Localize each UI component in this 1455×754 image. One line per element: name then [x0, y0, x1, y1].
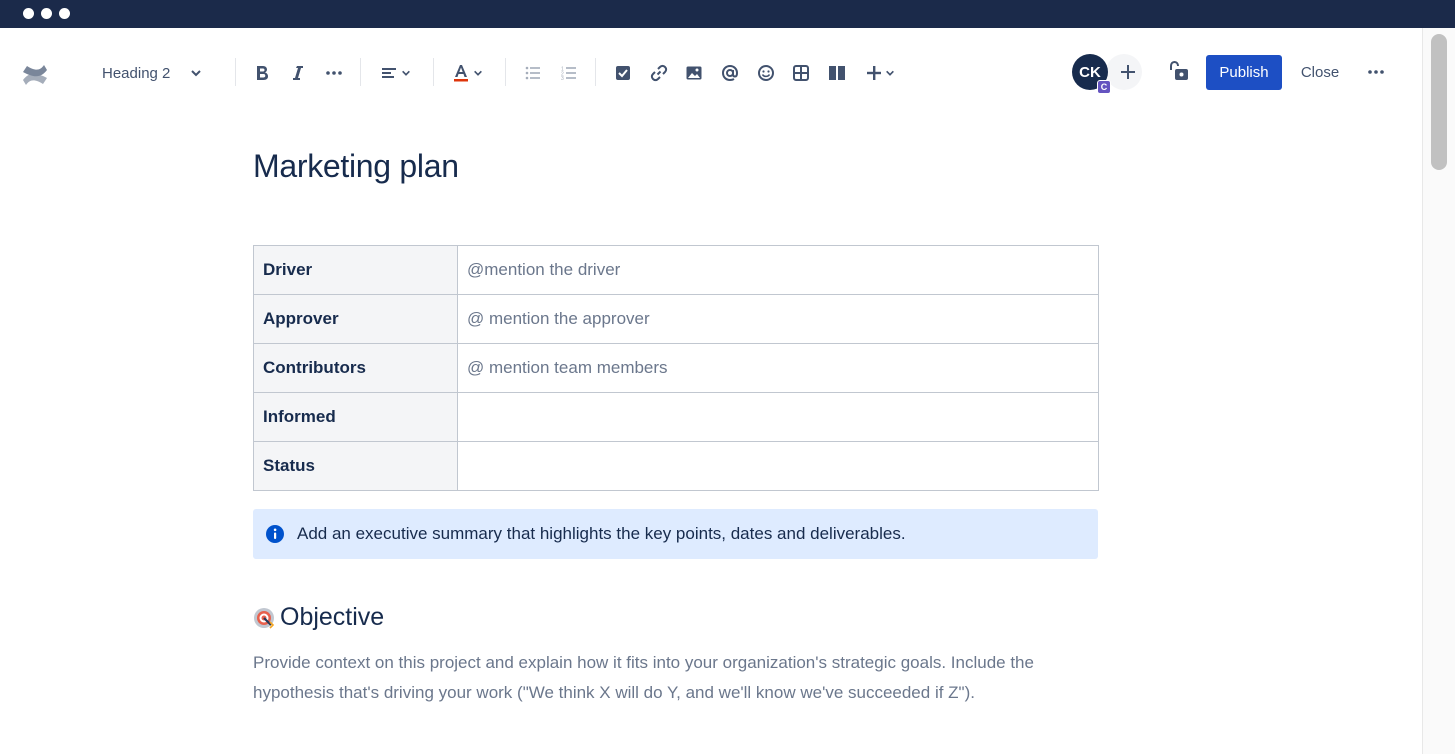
avatar-initials: CK	[1079, 63, 1101, 81]
avatar-badge-label: C	[1100, 82, 1108, 92]
chevron-down-icon	[474, 70, 482, 76]
link-button[interactable]	[647, 60, 671, 86]
table-row: Status	[253, 441, 1099, 491]
table-row: Driver @mention the driver	[253, 245, 1099, 295]
table-key-cell[interactable]: Approver	[253, 294, 458, 344]
restrictions-icon[interactable]	[1166, 60, 1190, 84]
invite-button[interactable]	[1106, 54, 1142, 90]
alignment-dropdown[interactable]	[378, 60, 414, 86]
page-title[interactable]: Marketing plan	[253, 148, 459, 185]
table-key-cell[interactable]: Status	[253, 441, 458, 491]
text-color-icon	[454, 65, 468, 82]
objective-heading[interactable]: Objective	[253, 603, 384, 632]
target-emoji-icon	[254, 607, 275, 629]
project-meta-table: Driver @mention the driver Approver @ me…	[253, 245, 1099, 491]
table-value-cell[interactable]	[457, 392, 1099, 442]
insert-dropdown[interactable]	[862, 60, 898, 86]
emoji-icon	[758, 65, 774, 81]
bold-button[interactable]	[250, 60, 274, 86]
close-button[interactable]: Close	[1290, 55, 1350, 90]
insert-icon	[866, 66, 881, 80]
bullet-list-button[interactable]	[521, 60, 545, 86]
toolbar-divider	[505, 58, 506, 86]
bullet-list-icon	[525, 66, 540, 80]
confluence-logo-icon[interactable]	[20, 60, 50, 90]
scrollbar-thumb[interactable]	[1431, 34, 1447, 170]
objective-paragraph[interactable]: Provide context on this project and expl…	[253, 648, 1113, 708]
table-icon	[793, 65, 809, 81]
italic-button[interactable]	[286, 60, 310, 86]
more-actions-button[interactable]	[1362, 60, 1390, 84]
toolbar-divider	[235, 58, 236, 86]
image-icon	[686, 66, 702, 80]
info-icon	[266, 525, 284, 543]
image-button[interactable]	[682, 60, 706, 86]
more-icon	[1368, 70, 1384, 74]
chevron-down-icon	[191, 70, 202, 77]
table-row: Contributors @ mention team members	[253, 343, 1099, 393]
info-panel[interactable]: Add an executive summary that highlights…	[253, 509, 1098, 559]
link-icon	[650, 64, 668, 82]
window-close-dot[interactable]	[23, 8, 34, 19]
more-formatting-button[interactable]	[322, 60, 346, 86]
bold-icon	[257, 66, 268, 80]
numbered-list-icon: 123	[561, 67, 576, 80]
numbered-list-button[interactable]: 123	[557, 60, 581, 86]
table-row: Informed	[253, 392, 1099, 442]
more-formatting-icon	[326, 71, 342, 75]
chevron-down-icon	[885, 70, 894, 76]
mention-icon	[721, 64, 739, 82]
table-key-cell[interactable]: Driver	[253, 245, 458, 295]
text-style-label: Heading 2	[102, 64, 171, 82]
action-item-icon	[616, 66, 630, 80]
layout-button[interactable]	[825, 60, 849, 86]
table-row: Approver @ mention the approver	[253, 294, 1099, 344]
action-item-button[interactable]	[611, 60, 635, 86]
table-key-cell[interactable]: Informed	[253, 392, 458, 442]
italic-icon	[293, 66, 303, 80]
chevron-down-icon	[402, 70, 410, 76]
table-value-cell[interactable]: @ mention the approver	[457, 294, 1099, 344]
window-titlebar	[0, 0, 1455, 28]
table-value-cell[interactable]: @mention the driver	[457, 245, 1099, 295]
objective-title: Objective	[280, 603, 385, 631]
table-button[interactable]	[789, 60, 813, 86]
layout-icon	[829, 66, 845, 80]
table-value-cell[interactable]	[457, 441, 1099, 491]
toolbar-divider	[595, 58, 596, 86]
emoji-button[interactable]	[754, 60, 778, 86]
avatar-badge: C	[1097, 80, 1111, 94]
toolbar-divider	[360, 58, 361, 86]
info-panel-text: Add an executive summary that highlights…	[297, 524, 906, 543]
svg-text:3: 3	[561, 76, 564, 80]
text-style-dropdown[interactable]: Heading 2	[96, 60, 214, 86]
table-key-cell[interactable]: Contributors	[253, 343, 458, 393]
toolbar-divider	[433, 58, 434, 86]
table-value-cell[interactable]: @ mention team members	[457, 343, 1099, 393]
window-minimize-dot[interactable]	[41, 8, 52, 19]
publish-button[interactable]: Publish	[1206, 55, 1282, 90]
invite-icon	[1121, 65, 1135, 79]
mention-button[interactable]	[718, 60, 742, 86]
align-icon	[382, 68, 396, 78]
window-zoom-dot[interactable]	[59, 8, 70, 19]
text-color-dropdown[interactable]	[450, 60, 486, 86]
